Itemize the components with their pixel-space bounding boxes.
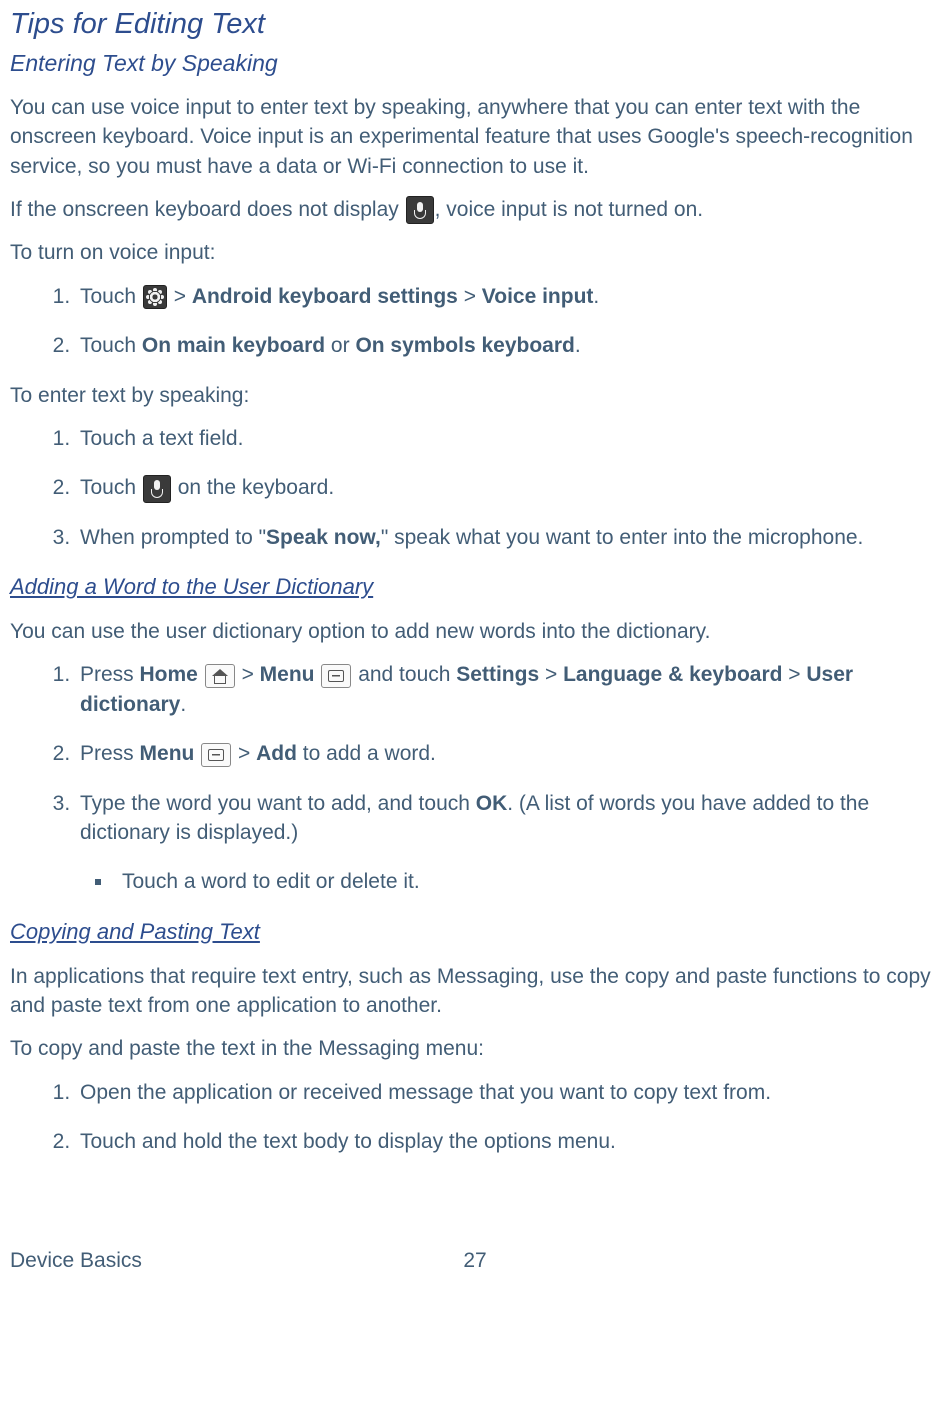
- paragraph: If the onscreen keyboard does not displa…: [10, 195, 940, 224]
- text: .: [180, 693, 186, 716]
- ordered-list: Touch a text field. Touch on the keyboar…: [10, 424, 940, 552]
- text: Touch: [80, 334, 142, 357]
- paragraph: To turn on voice input:: [10, 238, 940, 267]
- paragraph: In applications that require text entry,…: [10, 962, 940, 1021]
- bullet-list: Touch a word to edit or delete it.: [10, 867, 940, 896]
- home-icon: [205, 664, 235, 688]
- footer-page-number: 27: [463, 1246, 486, 1275]
- list-item: Touch on the keyboard.: [76, 473, 940, 502]
- text-bold: Add: [256, 742, 297, 765]
- paragraph: You can use the user dictionary option t…: [10, 617, 940, 646]
- list-item: Touch On main keyboard or On symbols key…: [76, 331, 940, 360]
- list-item: Press Home > Menu and touch Settings > L…: [76, 660, 940, 719]
- text: >: [242, 663, 260, 686]
- text-bold: OK: [476, 792, 508, 815]
- heading-tips-editing: Tips for Editing Text: [10, 4, 940, 45]
- ordered-list: Press Home > Menu and touch Settings > L…: [10, 660, 940, 847]
- text: or: [325, 334, 355, 357]
- list-item: Press Menu > Add to add a word.: [76, 739, 940, 768]
- text: If the onscreen keyboard does not displa…: [10, 198, 405, 221]
- text: " speak what you want to enter into the …: [381, 526, 864, 549]
- text-bold: Voice input: [482, 285, 594, 308]
- list-item: Type the word you want to add, and touch…: [76, 789, 940, 848]
- text: .: [593, 285, 599, 308]
- menu-icon: [201, 743, 231, 767]
- text: to add a word.: [297, 742, 436, 765]
- ordered-list: Touch > Android keyboard settings > Voic…: [10, 282, 940, 361]
- text: Press: [80, 663, 140, 686]
- microphone-icon: [406, 196, 434, 224]
- list-item: Touch a text field.: [76, 424, 940, 453]
- paragraph: To enter text by speaking:: [10, 381, 940, 410]
- text-bold: On symbols keyboard: [355, 334, 574, 357]
- text: >: [168, 285, 192, 308]
- list-item: When prompted to "Speak now," speak what…: [76, 523, 940, 552]
- text: >: [238, 742, 256, 765]
- paragraph: You can use voice input to enter text by…: [10, 93, 940, 181]
- text: When prompted to ": [80, 526, 266, 549]
- microphone-icon: [143, 475, 171, 503]
- ordered-list: Open the application or received message…: [10, 1078, 940, 1157]
- text-bold: Home: [140, 663, 198, 686]
- text: >: [458, 285, 482, 308]
- heading-entering-text: Entering Text by Speaking: [10, 47, 940, 79]
- menu-icon: [321, 664, 351, 688]
- text: Touch: [80, 476, 142, 499]
- text: >: [782, 663, 806, 686]
- list-item: Open the application or received message…: [76, 1078, 940, 1107]
- text-bold: Language & keyboard: [563, 663, 782, 686]
- text: Touch: [80, 285, 142, 308]
- text: .: [575, 334, 581, 357]
- text-bold: Speak now,: [266, 526, 381, 549]
- paragraph: To copy and paste the text in the Messag…: [10, 1034, 940, 1063]
- text: Type the word you want to add, and touch: [80, 792, 476, 815]
- text-bold: Menu: [260, 663, 315, 686]
- settings-gear-icon: [143, 285, 167, 309]
- text: >: [539, 663, 563, 686]
- footer-section: Device Basics: [10, 1246, 142, 1275]
- heading-adding-word[interactable]: Adding a Word to the User Dictionary: [10, 572, 940, 603]
- text: Press: [80, 742, 140, 765]
- text: on the keyboard.: [172, 476, 334, 499]
- list-item: Touch > Android keyboard settings > Voic…: [76, 282, 940, 311]
- text: , voice input is not turned on.: [435, 198, 704, 221]
- heading-copying-pasting[interactable]: Copying and Pasting Text: [10, 917, 940, 948]
- text-bold: Settings: [456, 663, 539, 686]
- text-bold: Menu: [140, 742, 195, 765]
- list-item: Touch a word to edit or delete it.: [114, 867, 940, 896]
- text: and touch: [358, 663, 456, 686]
- list-item: Touch and hold the text body to display …: [76, 1127, 940, 1156]
- text-bold: Android keyboard settings: [192, 285, 458, 308]
- text-bold: On main keyboard: [142, 334, 325, 357]
